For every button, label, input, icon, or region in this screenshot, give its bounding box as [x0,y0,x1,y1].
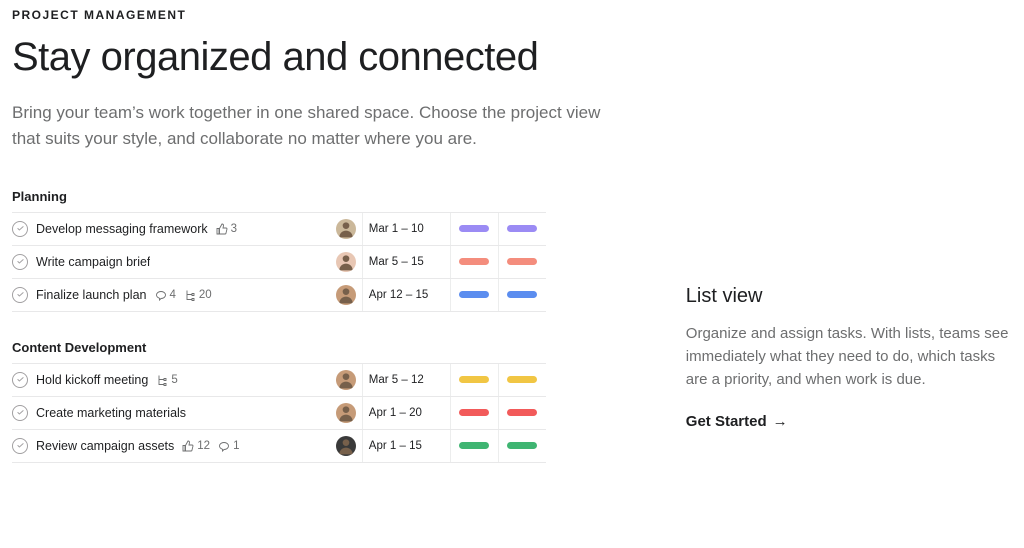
page-subcopy: Bring your team’s work together in one s… [12,100,632,153]
task-date: Apr 1 – 20 [362,397,450,429]
task-name: Write campaign brief [36,255,150,269]
task-comments-count: 1 [233,440,239,452]
task-row[interactable]: Finalize launch plan 4 20 Apr 12 – 15 [12,279,546,312]
task-date: Mar 5 – 12 [362,364,450,396]
person-icon [336,252,356,272]
priority-pill [507,258,537,265]
complete-task-button[interactable] [12,438,28,454]
task-likes: 3 [216,223,237,235]
task-row[interactable]: Write campaign brief Mar 5 – 15 [12,246,546,279]
subtask-icon [184,289,196,301]
complete-task-button[interactable] [12,372,28,388]
get-started-link[interactable]: Get Started → [686,413,788,430]
assignee-avatar[interactable] [336,436,356,456]
task-comments: 1 [218,440,239,452]
assignee-avatar[interactable] [336,252,356,272]
comment-icon [218,440,230,452]
eyebrow-label: PROJECT MANAGEMENT [12,8,1012,22]
task-name: Create marketing materials [36,406,186,420]
task-name: Develop messaging framework [36,222,208,236]
check-icon [16,441,25,450]
check-icon [16,290,25,299]
comment-icon [155,289,167,301]
person-icon [336,403,356,423]
check-icon [16,408,25,417]
task-date: Apr 12 – 15 [362,279,450,311]
side-body: Organize and assign tasks. With lists, t… [686,322,1012,392]
person-icon [336,436,356,456]
person-icon [336,285,356,305]
task-row[interactable]: Hold kickoff meeting 5 Mar 5 – 12 [12,364,546,397]
status-pill [459,409,489,416]
task-name: Hold kickoff meeting [36,373,148,387]
complete-task-button[interactable] [12,287,28,303]
task-name: Finalize launch plan [36,288,147,302]
person-icon [336,219,356,239]
status-pill [459,291,489,298]
side-title: List view [686,285,1012,308]
status-pill [459,258,489,265]
task-date: Mar 1 – 10 [362,213,450,245]
task-likes-count: 12 [197,440,210,452]
assignee-avatar[interactable] [336,370,356,390]
assignee-avatar[interactable] [336,219,356,239]
status-pill [459,376,489,383]
priority-pill [507,291,537,298]
subtask-icon [156,374,168,386]
priority-pill [507,442,537,449]
assignee-avatar[interactable] [336,285,356,305]
task-comments: 4 [155,289,176,301]
task-subtasks-count: 20 [199,289,212,301]
like-icon [216,223,228,235]
task-subtasks: 5 [156,374,177,386]
section-header: Planning [12,189,546,204]
task-subtasks: 20 [184,289,212,301]
task-name: Review campaign assets [36,439,174,453]
section-header: Content Development [12,340,546,355]
assignee-avatar[interactable] [336,403,356,423]
like-icon [182,440,194,452]
complete-task-button[interactable] [12,221,28,237]
task-row[interactable]: Develop messaging framework 3 Mar 1 – 10 [12,213,546,246]
person-icon [336,370,356,390]
task-date: Apr 1 – 15 [362,430,450,462]
priority-pill [507,409,537,416]
status-pill [459,442,489,449]
task-row[interactable]: Review campaign assets 12 1 Apr 1 – 15 [12,430,546,463]
complete-task-button[interactable] [12,254,28,270]
task-date: Mar 5 – 15 [362,246,450,278]
complete-task-button[interactable] [12,405,28,421]
check-icon [16,224,25,233]
priority-pill [507,376,537,383]
check-icon [16,257,25,266]
task-likes-count: 3 [231,223,237,235]
priority-pill [507,225,537,232]
task-list-preview: Planning Develop messaging framework 3 [12,189,546,463]
status-pill [459,225,489,232]
task-likes: 12 [182,440,210,452]
arrow-right-icon: → [773,413,788,430]
page-headline: Stay organized and connected [12,34,572,80]
task-subtasks-count: 5 [171,374,177,386]
check-icon [16,375,25,384]
task-row[interactable]: Create marketing materials Apr 1 – 20 [12,397,546,430]
task-comments-count: 4 [170,289,176,301]
cta-label: Get Started [686,413,767,430]
